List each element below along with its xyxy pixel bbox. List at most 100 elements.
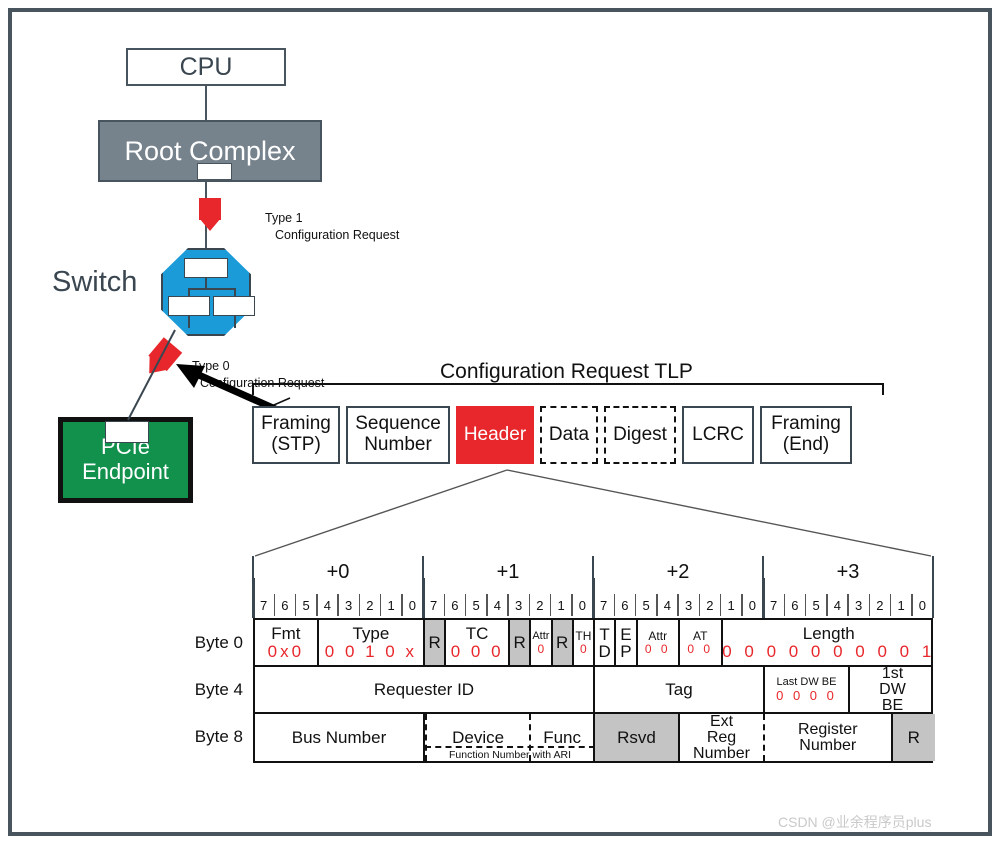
bit-divider	[698, 594, 700, 616]
bit-label: 7	[260, 597, 268, 613]
bit-label: 6	[451, 597, 459, 613]
bit-divider	[528, 594, 530, 616]
field-rsvd: Rsvd	[595, 714, 680, 761]
field-attr: Attr 0	[531, 620, 553, 665]
bit-divider	[741, 594, 743, 616]
tlp-cell-line1: Framing	[771, 413, 841, 435]
bit-divider	[889, 594, 892, 616]
bit-label: 2	[876, 597, 884, 613]
field-t-d: TD	[595, 620, 617, 665]
tlp-cell-line1: Data	[548, 423, 590, 445]
bit-divider	[634, 594, 637, 616]
switch-downstream-port-right	[213, 296, 255, 316]
bit-label: 3	[685, 597, 693, 613]
root-complex-port	[197, 163, 232, 180]
bit-label: 3	[345, 597, 353, 613]
switch-internal-link-5	[234, 316, 236, 328]
field-name: Bus Number	[291, 728, 387, 747]
field-register-number: Register Number	[765, 714, 893, 761]
field-name: R	[513, 633, 526, 652]
tlp-cell-line2: (End)	[782, 434, 830, 455]
cpu-node: CPU	[126, 48, 286, 86]
bit-label: 5	[812, 597, 820, 613]
field-name: R	[907, 728, 920, 747]
tlp-cell-line2: (STP)	[271, 434, 321, 455]
field-name: Tag	[665, 680, 693, 699]
tlp-cell-line1: Digest	[613, 423, 667, 445]
bit-label: 6	[791, 597, 799, 613]
field-attr: Attr 0 0	[638, 620, 680, 665]
field-name: Rsvd	[617, 728, 656, 747]
bit-divider	[826, 594, 828, 616]
field-bus-number: Bus Number	[255, 714, 425, 761]
diagram-canvas: CPU Root Complex Type 1 Configuration Re…	[0, 0, 1000, 844]
field-name: Fmt	[271, 624, 301, 643]
bit-label: 6	[621, 597, 629, 613]
field-r: R	[425, 620, 447, 665]
bit-divider	[379, 594, 382, 616]
field-last-dw-be: Last DW BE 0 0 0 0	[765, 667, 850, 712]
tlp-cell-line1: Header	[463, 423, 527, 445]
bit-label: 7	[600, 597, 608, 613]
bit-divider	[613, 594, 615, 616]
field-name: EP	[620, 624, 632, 661]
tlp-cell-line1: LCRC	[692, 423, 744, 445]
bit-divider	[571, 594, 573, 616]
bit-divider	[337, 594, 339, 616]
bit-divider	[592, 578, 595, 618]
field-name: TC	[465, 624, 489, 643]
bit-divider	[719, 594, 722, 616]
tlp-cell-lcrc: LCRC	[682, 406, 754, 464]
header-row-byte-8: Byte 8 Bus Number Device Func Rsvd Ext Reg Numb…	[195, 714, 935, 761]
field-at: AT 0 0	[680, 620, 723, 665]
field-name: Func	[543, 728, 582, 747]
bit-label: 2	[366, 597, 374, 613]
type1-line1: Type 1	[265, 211, 303, 225]
bit-divider	[294, 594, 297, 616]
switch-label: Switch	[52, 266, 138, 298]
bit-divider	[443, 594, 445, 616]
bit-label: 0	[408, 597, 416, 613]
field-value: 0 0	[644, 642, 671, 656]
field-name: R	[555, 633, 569, 652]
field-value: 0 0	[687, 642, 714, 656]
bit-divider	[549, 594, 552, 616]
row-label: Byte 8	[194, 727, 243, 746]
field-requester-id: Requester ID	[255, 667, 595, 712]
endpoint-port	[105, 421, 149, 443]
header-row-byte-4: Byte 4 Requester ID Tag Last DW BE 0 0 0 0 1s…	[195, 667, 931, 714]
byte-offset-plus1: +1	[496, 560, 520, 583]
header-field-grid: Byte 0 Fmt 0x0 Type 0 0 1 0 x R TC 0 0 0 R Attr 0 R…	[195, 618, 935, 763]
field-name: Attr	[532, 629, 550, 642]
field-name: Device	[452, 728, 505, 747]
bit-divider	[273, 594, 275, 616]
field-r: R	[892, 714, 935, 761]
tlp-cell-data: Data	[540, 406, 598, 464]
bit-label: 5	[642, 597, 650, 613]
field-name: R	[428, 633, 441, 652]
bit-label: 5	[302, 597, 310, 613]
bit-label: 7	[770, 597, 778, 613]
byte-offset-plus0: +0	[326, 560, 350, 583]
bit-label: 0	[748, 597, 756, 613]
bit-label: 1	[557, 597, 565, 613]
tlp-cell-sequence: Sequence Number	[346, 406, 450, 464]
switch-downstream-port-left	[168, 296, 210, 316]
field-type: Type 0 0 1 0 x	[319, 620, 425, 665]
field-name: Type	[352, 624, 390, 643]
field-value: 0x0	[267, 642, 305, 661]
field-tc: TC 0 0 0	[446, 620, 510, 665]
watermark: CSDN @业余程序员plus	[778, 814, 932, 830]
bit-number-ruler: 76543210765432107654321076543210	[252, 578, 935, 618]
bit-label: 1	[387, 597, 395, 613]
bit-divider	[422, 578, 425, 618]
bit-divider	[656, 594, 658, 616]
field-name: Requester ID	[373, 680, 475, 699]
tlp-cell-framing: Framing (End)	[760, 406, 852, 464]
header-detail-table: +0 +1 +2 +3 7654321076543210765432107654321…	[195, 552, 935, 763]
field-name: TD	[598, 624, 611, 661]
root-complex-label: Root Complex	[124, 135, 296, 166]
bit-label: 3	[855, 597, 863, 613]
field-name: AT	[693, 629, 708, 643]
tlp-cell-framing: Framing (STP)	[252, 406, 340, 464]
